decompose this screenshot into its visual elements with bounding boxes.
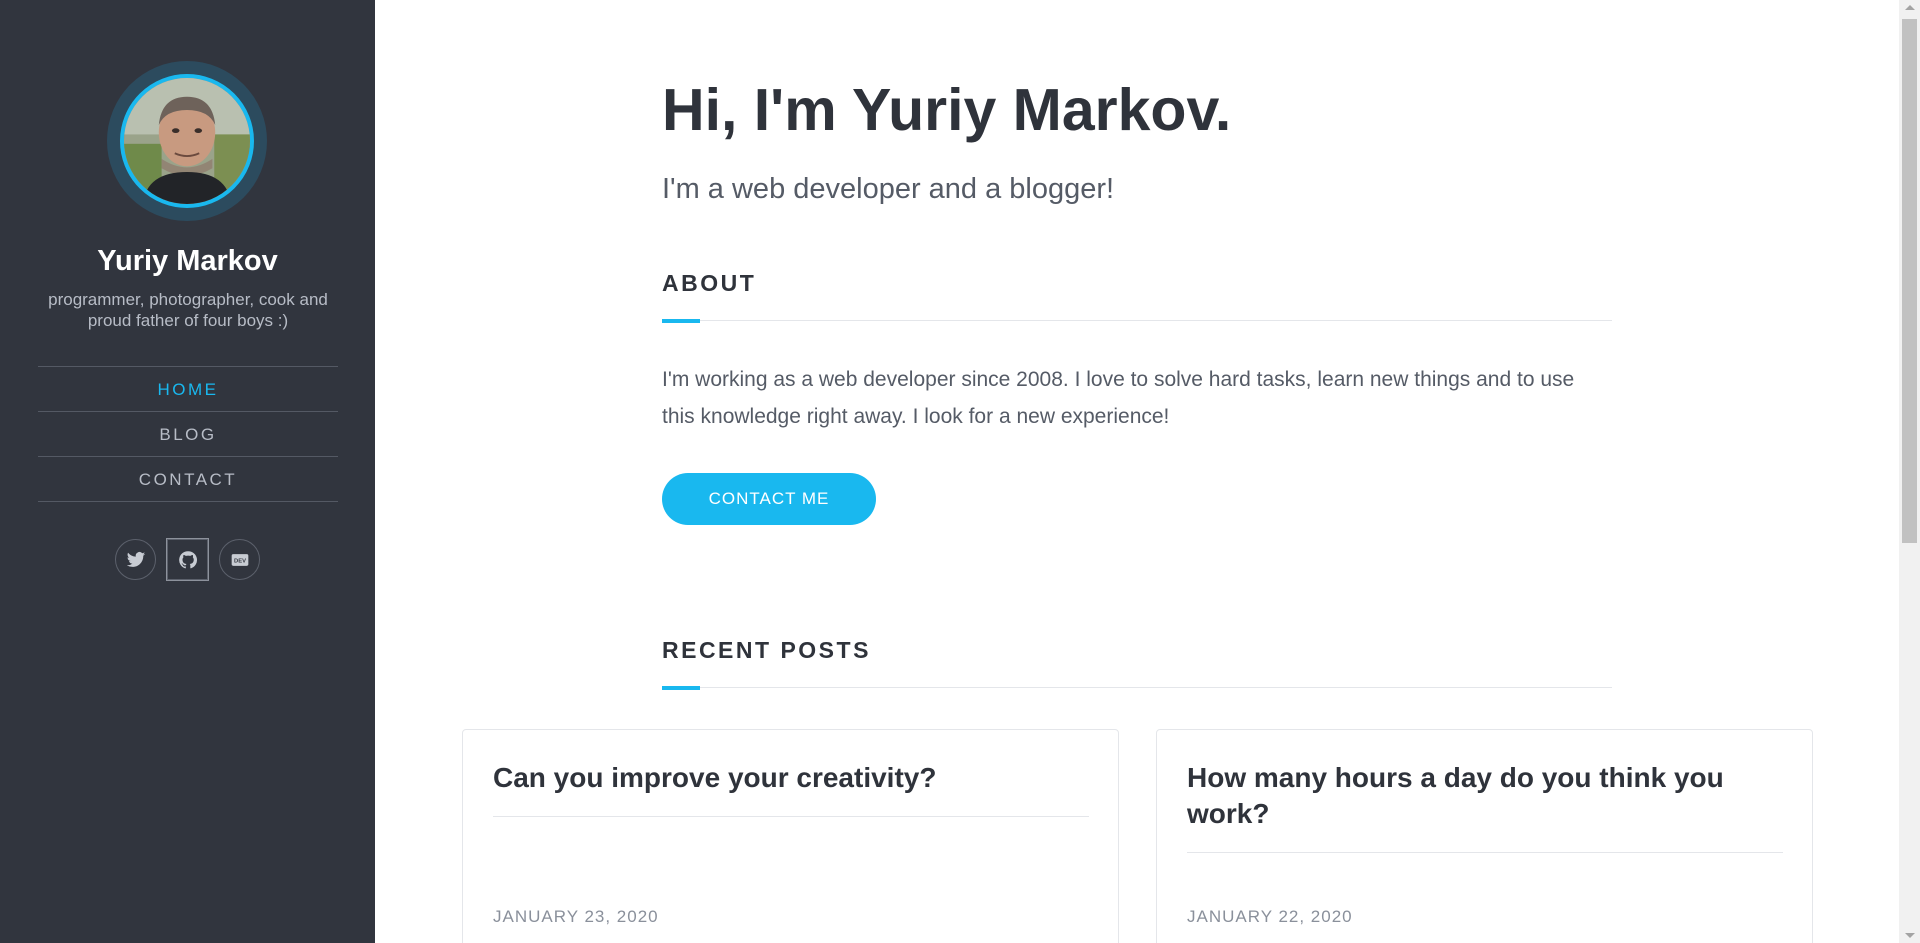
scroll-up-arrow-icon[interactable] bbox=[1905, 5, 1915, 10]
post-card[interactable]: Can you improve your creativity? JANUARY… bbox=[462, 729, 1119, 943]
github-link[interactable] bbox=[166, 538, 209, 581]
post-date: JANUARY 22, 2020 bbox=[1187, 907, 1353, 926]
recent-posts-divider bbox=[662, 687, 1612, 688]
nav-item-blog[interactable]: BLOG bbox=[38, 412, 338, 457]
post-title[interactable]: How many hours a day do you think you wo… bbox=[1187, 760, 1777, 832]
post-divider bbox=[1187, 852, 1783, 853]
avatar[interactable] bbox=[120, 74, 254, 208]
dev-icon: DEV bbox=[231, 553, 248, 566]
post-divider bbox=[493, 816, 1089, 817]
twitter-link[interactable] bbox=[115, 539, 156, 580]
about-section-header: ABOUT bbox=[662, 270, 1612, 323]
about-heading: ABOUT bbox=[662, 270, 757, 296]
svg-text:DEV: DEV bbox=[234, 558, 246, 564]
vertical-scrollbar[interactable] bbox=[1899, 0, 1920, 943]
about-text: I'm working as a web developer since 200… bbox=[662, 368, 1575, 428]
main-content: Hi, I'm Yuriy Markov. I'm a web develope… bbox=[375, 0, 1899, 943]
about-divider bbox=[662, 320, 1612, 321]
hero-title: Hi, I'm Yuriy Markov. bbox=[662, 77, 1232, 143]
avatar-photo bbox=[124, 78, 250, 204]
post-title[interactable]: Can you improve your creativity? bbox=[493, 760, 1083, 796]
nav-item-home[interactable]: HOME bbox=[38, 367, 338, 412]
about-accent-bar bbox=[662, 319, 700, 323]
social-links: DEV bbox=[0, 538, 375, 581]
dev-link[interactable]: DEV bbox=[219, 539, 260, 580]
hero-subtitle: I'm a web developer and a blogger! bbox=[662, 173, 1115, 205]
post-date: JANUARY 23, 2020 bbox=[493, 907, 659, 926]
twitter-icon bbox=[126, 551, 145, 567]
profile-name: Yuriy Markov bbox=[97, 245, 278, 277]
github-icon bbox=[178, 550, 197, 568]
recent-posts-accent-bar bbox=[662, 686, 700, 690]
nav-item-contact[interactable]: CONTACT bbox=[38, 457, 338, 502]
avatar-ring bbox=[107, 61, 267, 221]
recent-posts-heading: RECENT POSTS bbox=[662, 637, 871, 663]
scroll-down-arrow-icon[interactable] bbox=[1905, 933, 1915, 938]
post-card[interactable]: How many hours a day do you think you wo… bbox=[1156, 729, 1813, 943]
sidebar: Yuriy Markov programmer, photographer, c… bbox=[0, 0, 375, 943]
recent-posts-header: RECENT POSTS bbox=[662, 637, 1612, 690]
sidebar-nav: HOME BLOG CONTACT bbox=[38, 366, 338, 502]
scroll-thumb[interactable] bbox=[1902, 19, 1917, 543]
contact-me-button[interactable]: CONTACT ME bbox=[662, 473, 876, 525]
profile-bio: programmer, photographer, cook and proud… bbox=[48, 290, 328, 330]
